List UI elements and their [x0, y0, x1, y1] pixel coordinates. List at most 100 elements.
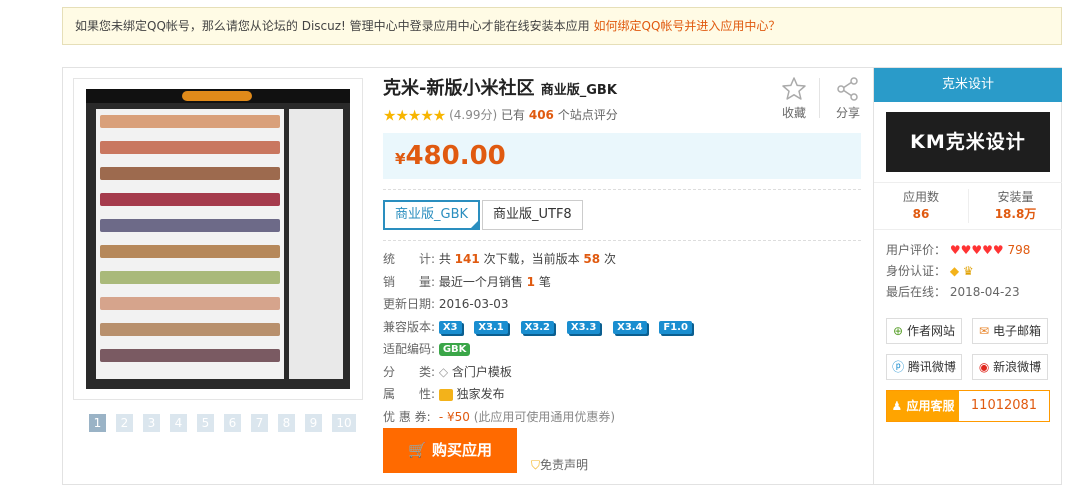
- exclusive-icon: [438, 388, 453, 401]
- trophy-icon: ♛: [962, 264, 974, 278]
- user-rating-row: 用户评价： ♥♥♥♥♥ 798: [886, 240, 1056, 261]
- apps-stat: 应用数 86: [874, 189, 968, 223]
- compat-tag: X3.4: [613, 320, 647, 334]
- developer-stats: 应用数 86 安装量 18.8万: [874, 182, 1062, 230]
- encoding-label: 适配编码:: [383, 342, 436, 356]
- stats-prefix: 共: [438, 252, 451, 266]
- globe-icon: ⊕: [893, 324, 904, 338]
- coupon-label: 优 惠 券:: [383, 409, 431, 424]
- screenshot-preview[interactable]: [86, 89, 350, 389]
- service-qq-number[interactable]: 11012081: [959, 391, 1049, 421]
- price-box: ¥480.00: [383, 133, 861, 179]
- product-price: ¥480.00: [395, 141, 506, 171]
- app-service-box[interactable]: ♟ 应用客服 11012081: [886, 390, 1050, 422]
- preview-sidebar: [289, 109, 343, 379]
- price-value: 480.00: [405, 141, 506, 171]
- coupon-value: - ¥50: [438, 409, 470, 424]
- sina-weibo-icon: ◉: [978, 360, 990, 374]
- category-row: 分 类: ◇ 含门户模板: [383, 361, 863, 384]
- user-rating-label: 用户评价：: [886, 243, 947, 257]
- notice-help-link[interactable]: 如何绑定QQ帐号并进入应用中心？: [594, 19, 781, 33]
- divider-line: [383, 240, 861, 241]
- disclaimer-label: 免责声明: [540, 458, 589, 472]
- last-online-row: 最后在线： 2018-04-23: [886, 282, 1056, 303]
- tencent-weibo-button[interactable]: ⓟ 腾讯微博: [886, 354, 962, 380]
- verify-row: 身份认证： ◆ ♛: [886, 261, 1056, 282]
- installs-label: 安装量: [997, 190, 1034, 204]
- compat-tag: X3.3: [566, 320, 601, 334]
- verify-label: 身份认证：: [886, 264, 947, 278]
- tencent-weibo-label: 腾讯微博: [907, 360, 956, 374]
- gallery-page-6[interactable]: 6: [224, 414, 241, 432]
- buy-app-button[interactable]: 🛒 购买应用: [383, 428, 517, 473]
- email-label: 电子邮箱: [992, 324, 1041, 338]
- rating-stars-icon: ★★★★★: [383, 106, 446, 125]
- rating-count: 406: [528, 108, 554, 122]
- gallery-page-2[interactable]: 2: [116, 414, 133, 432]
- divider-line: [383, 189, 861, 190]
- compat-label: 兼容版本:: [383, 319, 436, 334]
- gallery-page-9[interactable]: 9: [305, 414, 322, 432]
- user-rating-value: 798: [1007, 243, 1031, 257]
- edition-gbk-option[interactable]: 商业版_GBK: [383, 200, 481, 230]
- gallery-page-3[interactable]: 3: [143, 414, 160, 432]
- updated-date: 2016-03-03: [438, 297, 509, 311]
- compat-row: 兼容版本: X3 X3.1 X3.2 X3.3 X3.4 F1.0: [383, 316, 863, 339]
- sales-suffix: 笔: [538, 274, 551, 289]
- updated-label: 更新日期:: [383, 297, 436, 311]
- rating-prefix: 已有: [501, 108, 526, 122]
- favorite-button[interactable]: 收藏: [779, 76, 809, 121]
- verified-badge-icon: ◆: [949, 264, 960, 278]
- product-name: 克米-新版小米社区: [383, 78, 535, 99]
- version-download-count: 58: [583, 252, 601, 266]
- rating-suffix: 个站点评分: [557, 108, 618, 122]
- qq-icon: ♟: [891, 399, 903, 413]
- coupon-row: 优 惠 券: - ¥50 (此应用可使用通用优惠券): [383, 406, 863, 429]
- developer-name[interactable]: 克米设计: [874, 68, 1062, 102]
- stats-label: 统 计:: [383, 252, 436, 266]
- compat-tag: X3.2: [520, 320, 555, 334]
- installs-stat: 安装量 18.8万: [968, 189, 1062, 223]
- gallery-page-8[interactable]: 8: [278, 414, 295, 432]
- category-link[interactable]: 含门户模板: [452, 365, 512, 379]
- sales-label: 销 量:: [383, 274, 436, 289]
- app-detail-panel: 1 2 3 4 5 6 7 8 9 10 克米-新版小米社区 商业版_GBK ★…: [62, 67, 1062, 485]
- service-label-box: ♟ 应用客服: [887, 391, 959, 421]
- disclaimer-link[interactable]: ⛉免责声明: [531, 456, 588, 473]
- developer-info: 用户评价： ♥♥♥♥♥ 798 身份认证： ◆ ♛ 最后在线： 2018-04-…: [886, 240, 1056, 303]
- gallery-page-10[interactable]: 10: [332, 414, 356, 432]
- email-button[interactable]: ✉ 电子邮箱: [972, 318, 1048, 344]
- cart-icon: 🛒: [408, 441, 427, 459]
- share-button[interactable]: 分享: [833, 76, 863, 121]
- attribute-label: 属 性:: [383, 387, 436, 401]
- gallery-page-1[interactable]: 1: [89, 414, 106, 432]
- heart-icon: ♥♥♥♥♥: [949, 243, 1004, 257]
- product-rating: ★★★★★ (4.99分) 已有 406 个站点评分: [383, 106, 618, 125]
- gallery-page-5[interactable]: 5: [197, 414, 214, 432]
- action-divider: [819, 78, 820, 118]
- favorite-label: 收藏: [781, 106, 806, 120]
- attribute-row: 属 性: 独家发布: [383, 383, 863, 406]
- last-online-label: 最后在线：: [886, 285, 947, 299]
- gallery-page-4[interactable]: 4: [170, 414, 187, 432]
- notice-text: 如果您未绑定QQ帐号，那么请您从论坛的 Discuz! 管理中心中登录应用中心才…: [75, 19, 590, 33]
- service-label: 应用客服: [906, 399, 955, 413]
- download-count: 141: [454, 252, 480, 266]
- author-website-button[interactable]: ⊕ 作者网站: [886, 318, 962, 344]
- screenshot-gallery: [73, 78, 363, 400]
- gallery-page-7[interactable]: 7: [251, 414, 268, 432]
- compat-tag: F1.0: [659, 320, 692, 334]
- sales-count: 1: [526, 274, 536, 289]
- developer-logo[interactable]: KM克米设计: [886, 112, 1050, 172]
- compat-tag: X3.1: [474, 320, 508, 334]
- share-label: 分享: [835, 106, 860, 120]
- stats-suffix: 次: [603, 252, 616, 266]
- product-edition: 商业版_GBK: [540, 83, 617, 98]
- updated-row: 更新日期: 2016-03-03: [383, 293, 863, 316]
- sina-weibo-label: 新浪微博: [993, 360, 1042, 374]
- sales-prefix: 最近一个月销售: [438, 274, 523, 289]
- edition-utf8-option[interactable]: 商业版_UTF8: [482, 200, 583, 230]
- sina-weibo-button[interactable]: ◉ 新浪微博: [972, 354, 1048, 380]
- apps-count: 86: [912, 207, 930, 221]
- tencent-weibo-icon: ⓟ: [892, 360, 905, 374]
